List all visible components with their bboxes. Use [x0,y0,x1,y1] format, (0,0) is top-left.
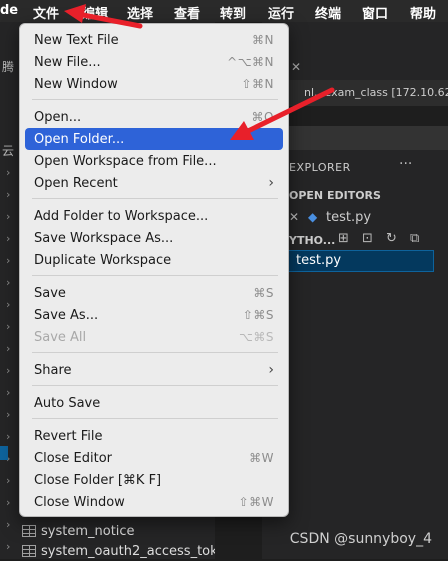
arrow-to-open-folder [230,87,335,140]
annotation-arrows [64,4,335,140]
arrow-to-file-menu [64,4,143,29]
